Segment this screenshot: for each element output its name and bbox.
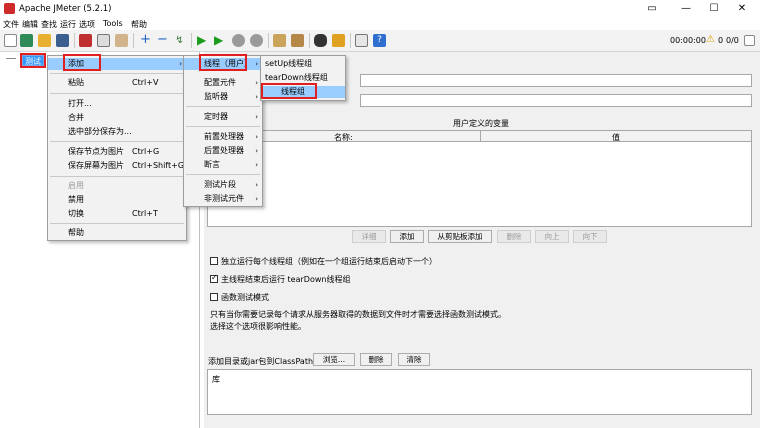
menu-help[interactable]: 帮助 [131, 19, 147, 30]
setup-thread-group-item[interactable]: setUp线程组 [261, 58, 345, 70]
paste-icon[interactable] [115, 34, 128, 47]
cut-icon[interactable] [79, 34, 92, 47]
copy-icon[interactable] [97, 34, 110, 47]
menu-options[interactable]: 选项 [79, 19, 95, 30]
thread-count: 0/0 [726, 36, 739, 45]
close-button[interactable]: ✕ [732, 2, 752, 16]
library-label: 库 [212, 375, 220, 384]
menu-edit[interactable]: 编辑 [22, 19, 38, 30]
shutdown-icon[interactable] [250, 34, 263, 47]
context-save-selection-item[interactable]: 选中部分保存为... [48, 126, 186, 138]
warning-count: 0 [718, 36, 724, 45]
context-disable-item[interactable]: 禁用 [48, 194, 186, 206]
annotation-box-test-plan [20, 53, 46, 68]
classpath-label: 添加目录或jar包到ClassPath [208, 357, 314, 366]
help-icon[interactable]: ? [373, 34, 386, 47]
context-save-node-image-item[interactable]: 保存节点为图片 Ctrl+G [48, 146, 186, 158]
udv-down-button[interactable]: 向下 [573, 230, 607, 243]
run-each-checkbox[interactable] [210, 257, 218, 265]
add-listener-item[interactable]: 监听器 › [184, 91, 262, 103]
name-field[interactable] [360, 74, 752, 87]
warning-icon[interactable]: ⚠ [706, 34, 715, 45]
comment-field[interactable] [360, 94, 752, 107]
add-non-test-element-item[interactable]: 非测试元件 › [184, 193, 262, 205]
annotation-box-add [63, 54, 101, 71]
jmeter-app-icon [4, 3, 15, 14]
menu-bar: 文件 编辑 查找 运行 选项 Tools 帮助 [0, 18, 760, 30]
add-assertion-item[interactable]: 断言 › [184, 159, 262, 171]
run-teardown-option[interactable]: 主线程结束后运行 tearDown线程组 [210, 273, 350, 285]
stop-icon[interactable] [232, 34, 245, 47]
run-teardown-checkbox[interactable] [210, 273, 218, 283]
classpath-clear-button[interactable]: 清除 [398, 353, 430, 366]
start-icon[interactable]: ▶ [197, 34, 210, 47]
functional-mode-checkbox[interactable] [210, 293, 218, 301]
add-pre-processor-item[interactable]: 前置处理器 › [184, 131, 262, 143]
context-merge-item[interactable]: 合并 [48, 112, 186, 124]
annotation-box-threads [199, 54, 247, 71]
add-submenu: 线程（用户） › 配置元件 › 监听器 › 定时器 › 前置处理器 › 后置处理器 › 断言… [183, 55, 263, 207]
classpath-library-list[interactable]: 库 [207, 369, 752, 415]
context-paste-item[interactable]: 粘贴 Ctrl+V [48, 77, 186, 89]
menu-file[interactable]: 文件 [3, 19, 19, 30]
menu-tools[interactable]: Tools [103, 19, 123, 28]
clear-all-icon[interactable] [291, 34, 304, 47]
title-bar: Apache JMeter (5.2.1) ▭ — ☐ ✕ [0, 0, 760, 18]
function-helper-icon[interactable] [355, 34, 368, 47]
restore-icon[interactable]: ▭ [642, 2, 662, 16]
udv-title: 用户定义的变量 [453, 119, 509, 128]
run-each-option[interactable]: 独立运行每个线程组（例如在一个组运行结束后启动下一个） [210, 256, 437, 267]
minimize-button[interactable]: — [676, 2, 696, 16]
udv-add-from-clipboard-button[interactable]: 从剪贴板添加 [428, 230, 492, 243]
udv-up-button[interactable]: 向上 [535, 230, 569, 243]
context-save-screen-image-item[interactable]: 保存屏幕为图片 Ctrl+Shift+G [48, 160, 186, 172]
maximize-button[interactable]: ☐ [704, 2, 724, 16]
menu-search[interactable]: 查找 [41, 19, 57, 30]
window-title: Apache JMeter (5.2.1) [19, 4, 112, 14]
functional-mode-option[interactable]: 函数测试模式 [210, 292, 269, 303]
toolbar: + − ↯ ▶ ▶ ? 00:00:00 ⚠ 0 0/0 [0, 30, 760, 52]
toggle-icon[interactable]: ↯ [173, 34, 186, 47]
udv-col-name: 名称: [334, 133, 353, 142]
save-icon[interactable] [56, 34, 69, 47]
udv-add-button[interactable]: 添加 [390, 230, 424, 243]
submenu-arrow-icon: › [179, 60, 182, 68]
add-post-processor-item[interactable]: 后置处理器 › [184, 145, 262, 157]
log-viewer-icon[interactable] [744, 35, 755, 46]
tree-context-menu: 添加 › 粘贴 Ctrl+V 打开... 合并 选中部分保存为... 保存节点为图片… [47, 55, 187, 241]
expand-icon[interactable]: + [139, 33, 152, 47]
functional-note-line2: 选择这个选项很影响性能。 [210, 322, 306, 331]
start-no-pause-icon[interactable]: ▶ [214, 34, 227, 47]
browse-button[interactable]: 浏览... [313, 353, 355, 366]
udv-detail-button[interactable]: 详细 [352, 230, 386, 243]
context-enable-item: 启用 [68, 181, 84, 190]
udv-table-header: 名称: 值 [208, 131, 751, 142]
annotation-box-thread-group [261, 83, 317, 99]
udv-table[interactable]: 名称: 值 [207, 130, 752, 227]
collapse-icon[interactable]: − [156, 33, 169, 47]
udv-col-value: 值 [612, 133, 620, 142]
menu-run[interactable]: 运行 [60, 19, 76, 30]
reset-search-icon[interactable] [332, 34, 345, 47]
templates-icon[interactable] [20, 34, 33, 47]
clear-icon[interactable] [273, 34, 286, 47]
context-help-item[interactable]: 帮助 [48, 227, 186, 239]
search-icon[interactable] [314, 34, 327, 47]
context-open-item[interactable]: 打开... [48, 98, 186, 110]
add-test-fragment-item[interactable]: 测试片段 › [184, 179, 262, 191]
udv-delete-button[interactable]: 删除 [497, 230, 531, 243]
context-toggle-item[interactable]: 切换 Ctrl+T [48, 208, 186, 220]
add-timer-item[interactable]: 定时器 › [184, 111, 262, 123]
functional-note-line1: 只有当你需要记录每个请求从服务器取得的数据到文件时才需要选择函数测试模式。 [210, 310, 506, 319]
classpath-delete-button[interactable]: 删除 [360, 353, 392, 366]
add-config-element-item[interactable]: 配置元件 › [184, 77, 262, 89]
new-icon[interactable] [4, 34, 17, 47]
elapsed-timer: 00:00:00 [670, 36, 706, 45]
open-folder-icon[interactable] [38, 34, 51, 47]
